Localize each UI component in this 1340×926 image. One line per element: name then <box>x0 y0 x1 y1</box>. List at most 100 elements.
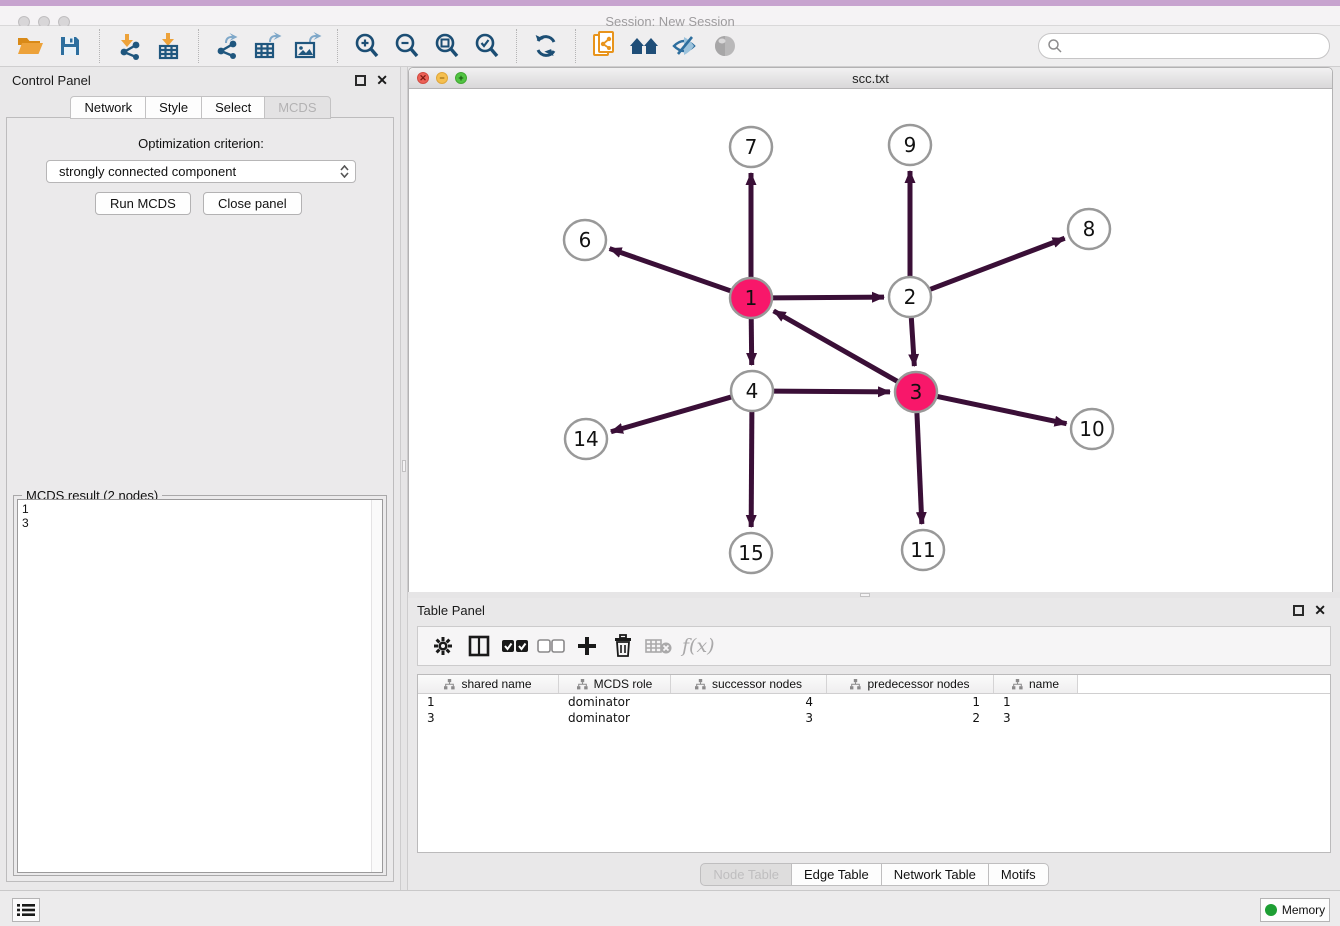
tab-mcds[interactable]: MCDS <box>264 96 330 119</box>
node-11[interactable]: 11 <box>902 530 944 570</box>
tab-style[interactable]: Style <box>145 96 202 119</box>
export-network-icon[interactable] <box>211 30 245 62</box>
tab-network-table[interactable]: Network Table <box>881 863 989 886</box>
table-cell[interactable]: 4 <box>671 694 827 710</box>
table-cell[interactable]: 1 <box>418 694 559 710</box>
column-header-successor-nodes[interactable]: successor nodes <box>671 675 827 693</box>
zoom-out-icon[interactable] <box>390 30 424 62</box>
node-4[interactable]: 4 <box>731 371 773 411</box>
select-all-rows-icon[interactable] <box>500 631 530 661</box>
node-3[interactable]: 3 <box>895 372 937 412</box>
table-cell[interactable]: dominator <box>559 710 671 726</box>
node-8[interactable]: 8 <box>1068 209 1110 249</box>
network-canvas[interactable]: 1 2 3 4 6 7 8 9 10 11 14 15 <box>409 89 1332 592</box>
tab-motifs[interactable]: Motifs <box>988 863 1049 886</box>
table-row[interactable]: 3dominator323 <box>418 710 1330 726</box>
criterion-dropdown[interactable]: strongly connected component <box>46 160 356 183</box>
tab-edge-table[interactable]: Edge Table <box>791 863 882 886</box>
result-scrollbar[interactable] <box>371 500 382 872</box>
first-neighbors-icon[interactable] <box>628 30 662 62</box>
save-session-icon[interactable] <box>53 30 87 62</box>
network-view-title: scc.txt <box>409 71 1332 86</box>
table-cell[interactable]: 3 <box>671 710 827 726</box>
float-panel-icon[interactable] <box>1293 605 1304 616</box>
table-cell[interactable]: dominator <box>559 694 671 710</box>
vertical-splitter[interactable] <box>400 67 408 890</box>
zoom-in-icon[interactable] <box>350 30 384 62</box>
column-header-predecessor-nodes[interactable]: predecessor nodes <box>827 675 994 693</box>
network-window-titlebar[interactable]: ✕ − + scc.txt <box>409 68 1332 89</box>
zoom-selected-icon[interactable] <box>470 30 504 62</box>
network-graph[interactable]: 1 2 3 4 6 7 8 9 10 11 14 15 <box>409 89 1332 592</box>
delete-column-icon[interactable] <box>608 631 638 661</box>
node-10[interactable]: 10 <box>1071 409 1113 449</box>
table-cell[interactable]: 1 <box>994 694 1078 710</box>
splitter-handle[interactable] <box>402 460 406 472</box>
zoom-fit-icon[interactable] <box>430 30 464 62</box>
table-cell[interactable]: 3 <box>418 710 559 726</box>
column-header-name[interactable]: name <box>994 675 1078 693</box>
mcds-result-textarea[interactable]: 1 3 <box>17 499 383 873</box>
svg-text:2: 2 <box>904 285 917 309</box>
tab-select[interactable]: Select <box>201 96 265 119</box>
run-mcds-button[interactable]: Run MCDS <box>95 192 191 215</box>
node-7[interactable]: 7 <box>730 127 772 167</box>
export-table-icon[interactable] <box>251 30 285 62</box>
node-15[interactable]: 15 <box>730 533 772 573</box>
control-panel-tabs: NetworkStyleSelectMCDS <box>0 96 400 119</box>
edge-3-10[interactable] <box>937 396 1067 423</box>
delete-table-icon[interactable] <box>644 631 674 661</box>
splitter-handle[interactable] <box>860 593 870 597</box>
table-cell[interactable]: 3 <box>994 710 1078 726</box>
deselect-all-rows-icon[interactable] <box>536 631 566 661</box>
memory-button[interactable]: Memory <box>1260 898 1330 922</box>
import-table-icon[interactable] <box>152 30 186 62</box>
table-body[interactable]: 1dominator4113dominator323 <box>418 694 1330 726</box>
node-2[interactable]: 2 <box>889 277 931 317</box>
search-input[interactable] <box>1063 36 1329 56</box>
close-panel-button[interactable]: Close panel <box>203 192 302 215</box>
edge-2-3[interactable] <box>911 318 914 366</box>
svg-text:11: 11 <box>910 538 935 562</box>
node-14[interactable]: 14 <box>565 419 607 459</box>
column-header-shared-name[interactable]: shared name <box>418 675 559 693</box>
column-header-MCDS-role[interactable]: MCDS role <box>559 675 671 693</box>
import-network-icon[interactable] <box>112 30 146 62</box>
clone-network-icon[interactable] <box>588 30 622 62</box>
edge-2-8[interactable] <box>930 238 1065 289</box>
tab-network[interactable]: Network <box>70 96 146 119</box>
search-box[interactable] <box>1038 33 1330 59</box>
memory-status-icon <box>1265 904 1277 916</box>
edge-3-1[interactable] <box>774 311 898 382</box>
toolbar-separator <box>575 29 576 63</box>
edge-3-11[interactable] <box>917 413 922 524</box>
export-image-icon[interactable] <box>291 30 325 62</box>
table-cell[interactable]: 1 <box>827 694 994 710</box>
column-visibility-icon[interactable] <box>464 631 494 661</box>
edge-1-2[interactable] <box>772 297 884 298</box>
close-panel-icon[interactable]: ✕ <box>1314 605 1326 616</box>
table-options-icon[interactable] <box>428 631 458 661</box>
node-table[interactable]: shared nameMCDS rolesuccessor nodesprede… <box>417 674 1331 853</box>
open-file-icon[interactable] <box>13 30 47 62</box>
add-column-icon[interactable] <box>572 631 602 661</box>
edge-1-6[interactable] <box>610 249 732 291</box>
function-builder-icon[interactable]: f(x) <box>680 635 715 657</box>
node-9[interactable]: 9 <box>889 125 931 165</box>
float-panel-icon[interactable] <box>355 75 366 86</box>
show-all-icon[interactable] <box>708 30 742 62</box>
table-row[interactable]: 1dominator411 <box>418 694 1330 710</box>
edge-4-15[interactable] <box>751 412 752 527</box>
task-history-button[interactable] <box>12 898 40 922</box>
close-panel-icon[interactable]: ✕ <box>376 75 388 86</box>
node-6[interactable]: 6 <box>564 220 606 260</box>
node-1[interactable]: 1 <box>730 278 772 318</box>
app-titlebar[interactable]: Session: New Session <box>0 6 1340 26</box>
hide-selected-icon[interactable] <box>668 30 702 62</box>
edge-4-3[interactable] <box>773 391 890 392</box>
edge-4-14[interactable] <box>611 397 732 432</box>
tab-node-table[interactable]: Node Table <box>700 863 792 886</box>
apply-layout-icon[interactable] <box>529 30 563 62</box>
table-header-row[interactable]: shared nameMCDS rolesuccessor nodesprede… <box>418 675 1330 694</box>
table-cell[interactable]: 2 <box>827 710 994 726</box>
